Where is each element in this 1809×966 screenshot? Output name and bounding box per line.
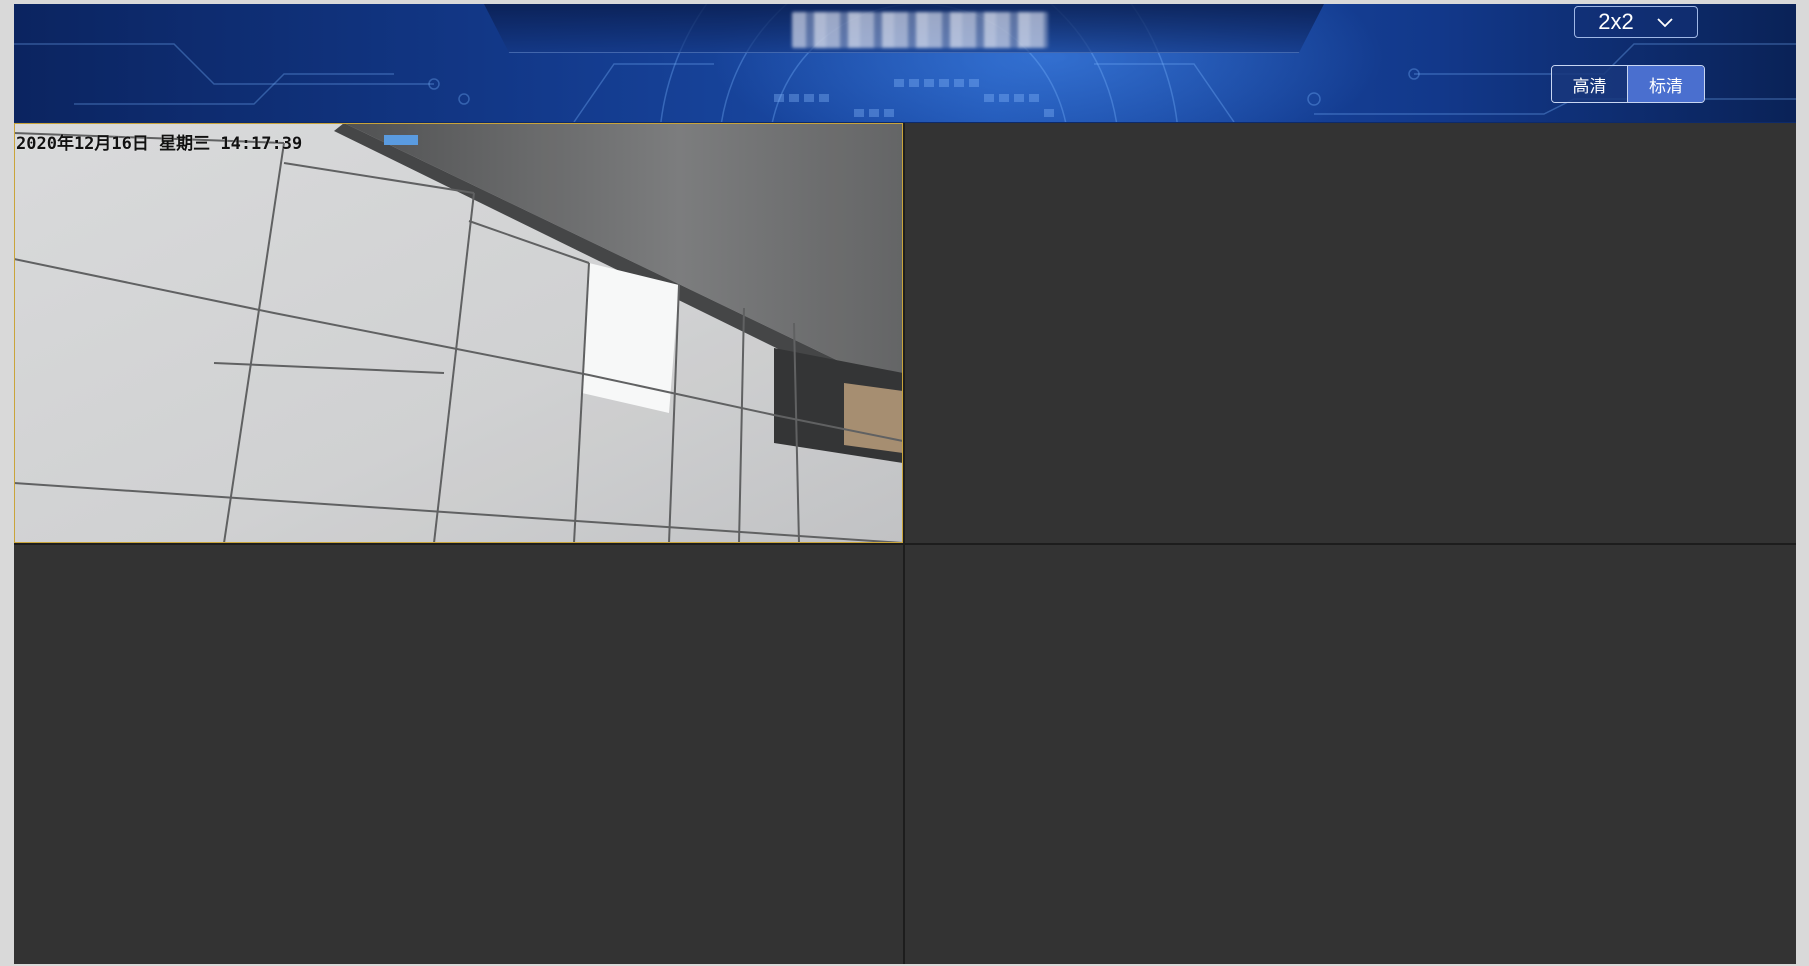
camera-timestamp: 2020年12月16日 星期三 14:17:39: [16, 134, 303, 154]
chevron-down-icon: [1657, 18, 1673, 28]
header-banner: 2x2 高清 标清: [14, 4, 1796, 122]
quality-toggle: 高清 标清: [1551, 65, 1705, 103]
video-cell-2[interactable]: [905, 123, 1796, 543]
video-cell-4[interactable]: [905, 545, 1796, 964]
sd-quality-button[interactable]: 标清: [1628, 66, 1704, 102]
camera-feed-image: [14, 123, 903, 543]
layout-select-value: 2x2: [1598, 9, 1634, 34]
video-cell-3[interactable]: [14, 545, 903, 964]
video-cell-1[interactable]: 2020年12月16日 星期三 14:17:39: [14, 123, 903, 543]
hd-quality-button[interactable]: 高清: [1552, 66, 1628, 102]
video-surveillance-app: 2x2 高清 标清 2020年12月16日 星期三 14:17:39: [14, 4, 1796, 964]
video-grid: 2020年12月16日 星期三 14:17:39: [14, 123, 1796, 964]
layout-select[interactable]: 2x2: [1574, 6, 1698, 38]
obscured-title: [792, 12, 1048, 48]
